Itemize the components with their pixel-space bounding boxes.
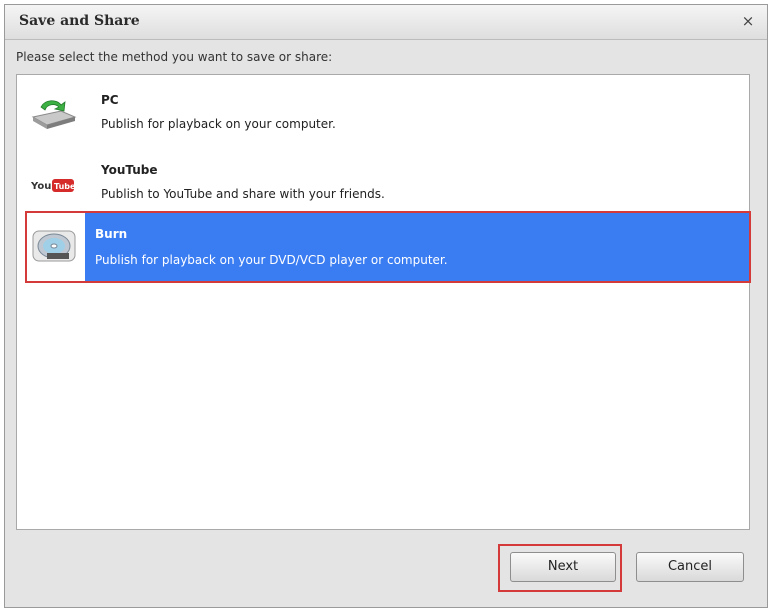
- next-button[interactable]: Next: [510, 552, 616, 582]
- option-name: Burn: [95, 227, 128, 241]
- option-youtube[interactable]: You Tube YouTube Publish to YouTube and …: [17, 149, 749, 219]
- youtube-icon: You Tube: [30, 167, 77, 201]
- youtube-logo-tube: Tube: [54, 182, 76, 191]
- dialog-titlebar: Save and Share ×: [5, 5, 767, 40]
- close-icon[interactable]: ×: [739, 12, 757, 30]
- method-prompt: Please select the method you want to sav…: [16, 50, 333, 64]
- option-description: Publish to YouTube and share with your f…: [101, 187, 385, 201]
- youtube-logo-you: You: [31, 181, 51, 192]
- disc-burn-icon: [31, 229, 77, 263]
- pc-drive-icon: [31, 97, 77, 131]
- cancel-button[interactable]: Cancel: [636, 552, 744, 582]
- option-pc[interactable]: PC Publish for playback on your computer…: [17, 79, 749, 149]
- dialog-title: Save and Share: [19, 13, 140, 29]
- method-list: PC Publish for playback on your computer…: [16, 74, 751, 530]
- option-name: YouTube: [101, 163, 158, 177]
- option-burn[interactable]: Burn Publish for playback on your DVD/VC…: [25, 211, 751, 283]
- selection-highlight: [85, 213, 749, 281]
- option-description: Publish for playback on your computer.: [101, 117, 336, 131]
- option-description: Publish for playback on your DVD/VCD pla…: [95, 253, 448, 267]
- option-name: PC: [101, 93, 119, 107]
